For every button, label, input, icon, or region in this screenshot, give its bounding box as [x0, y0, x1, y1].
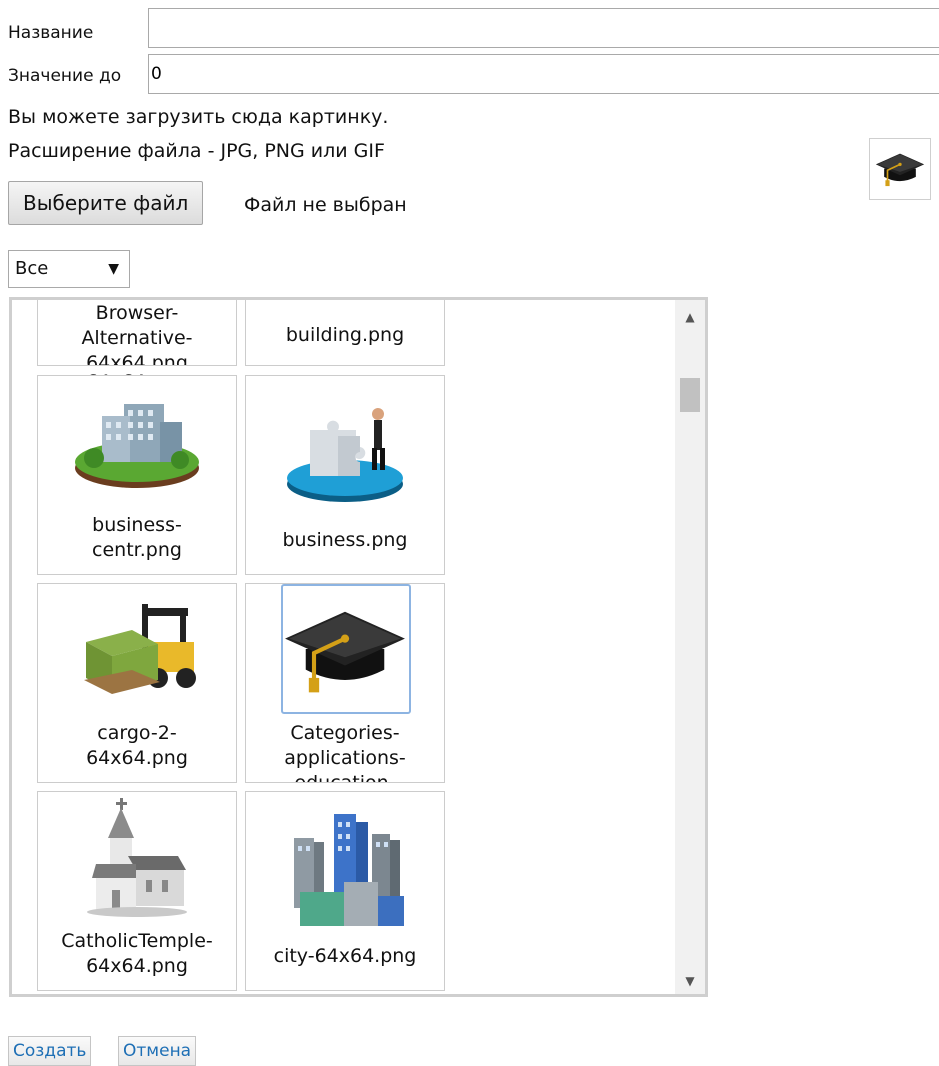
name-label: Название: [8, 23, 94, 43]
tile-caption: business- centr.png: [92, 514, 182, 561]
file-status: Файл не выбран: [244, 194, 407, 216]
tile-caption: cargo-2- 64x64.png: [86, 722, 188, 769]
gallery-tile-business[interactable]: business.png: [245, 375, 445, 575]
create-button[interactable]: Создать: [8, 1036, 92, 1066]
scrollbar-thumb[interactable]: [680, 378, 700, 412]
tile-caption: Browser- Alternative- 64x64.png: [81, 302, 193, 366]
upload-hint-line1: Вы можете загрузить сюда картинку.: [8, 106, 389, 128]
business-center-icon: [75, 404, 199, 488]
tile-caption: CatholicTemple- 64x64.png: [61, 930, 213, 977]
cancel-button[interactable]: Отмена: [118, 1036, 197, 1066]
category-select-value: Все: [15, 258, 49, 279]
tile-caption: Categories- applications- education-: [284, 722, 406, 783]
scroll-up-icon[interactable]: ▲: [675, 310, 705, 324]
graduation-cap-icon: [285, 611, 405, 693]
image-preview: [869, 138, 931, 200]
choose-file-button[interactable]: Выберите файл: [8, 181, 204, 225]
tile-caption: business.png: [282, 529, 408, 551]
upload-hint-line2: Расширение файла - JPG, PNG или GIF: [8, 140, 385, 162]
gallery-tile-cargo[interactable]: cargo-2- 64x64.png: [37, 583, 237, 783]
dropdown-arrow-icon: ▼: [108, 261, 119, 277]
forklift-cargo-icon: [84, 604, 196, 694]
name-input[interactable]: [148, 8, 939, 48]
graduation-cap-icon: [875, 153, 925, 187]
gallery-tile-browser[interactable]: Browser- Alternative- 64x64.png: [37, 300, 237, 366]
puzzle-business-icon: [287, 408, 403, 502]
tile-caption: city-64x64.png: [273, 945, 417, 967]
scroll-down-icon[interactable]: ▼: [675, 974, 705, 988]
category-select[interactable]: Все ▼: [8, 250, 130, 288]
value-input[interactable]: [148, 54, 939, 94]
gallery-tile-city[interactable]: city-64x64.png: [245, 791, 445, 991]
tile-caption: building.png: [285, 324, 405, 346]
value-label: Значение до: [8, 66, 122, 86]
gallery-scrollbar[interactable]: ▲ ▼: [675, 300, 705, 994]
city-icon: [294, 814, 404, 926]
gallery-tile-business-centr[interactable]: business- centr.png: [37, 375, 237, 575]
gallery-tile-education[interactable]: Categories- applications- education-: [245, 583, 445, 783]
image-gallery[interactable]: Browser- Alternative- 64x64.png building…: [9, 297, 708, 997]
gallery-tile-building[interactable]: building.png: [245, 300, 445, 366]
gallery-tile-catholic-temple[interactable]: CatholicTemple- 64x64.png: [37, 791, 237, 991]
church-icon: [87, 798, 187, 917]
